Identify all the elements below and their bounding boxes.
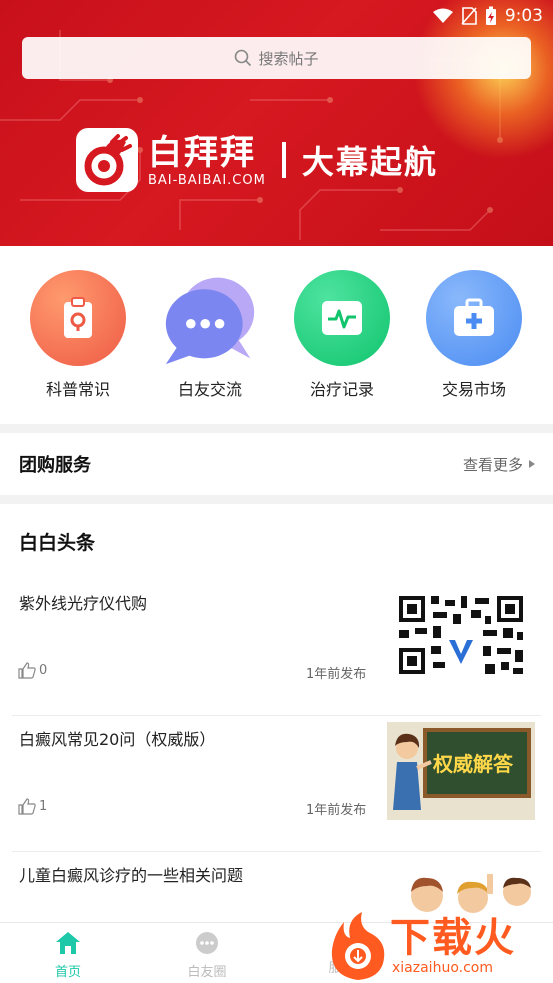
view-more-link[interactable]: 查看更多	[463, 454, 535, 475]
section-title: 白白头条	[19, 532, 96, 554]
hand-logo-icon	[76, 128, 138, 192]
clock: 9:03	[504, 6, 543, 26]
news-title: 白癜风常见20问（权威版）	[19, 730, 216, 749]
section-title: 团购服务	[19, 455, 91, 476]
news-item[interactable]: 紫外线光疗仪代购 0 1年前发布	[12, 580, 541, 716]
category-treatment[interactable]: 治疗记录	[292, 270, 392, 400]
category-label: 治疗记录	[309, 380, 374, 399]
flame-logo-icon	[331, 911, 385, 980]
category-grid: 科普常识 白友交流 治疗记录 交易市场	[0, 246, 553, 424]
brand-name-en: BAI-BAIBAI.COM	[148, 172, 266, 188]
category-science[interactable]: 科普常识	[28, 270, 128, 400]
thumbs-up-icon	[18, 662, 36, 679]
search-placeholder: 搜索帖子	[258, 49, 319, 68]
search-bar[interactable]: 搜索帖子	[22, 37, 531, 79]
brand-logo: 白拜拜 BAI-BAIBAI.COM 大幕起航	[76, 128, 438, 192]
qr-code-thumbnail	[387, 586, 535, 684]
category-label: 科普常识	[45, 380, 110, 399]
category-label: 白友交流	[177, 380, 242, 399]
chat-bubbles-icon	[162, 270, 258, 366]
watermark-cn: 下载火	[390, 914, 516, 961]
clipboard-icon	[30, 270, 126, 366]
category-label: 交易市场	[441, 380, 506, 399]
home-icon	[56, 932, 80, 954]
category-exchange[interactable]: 白友交流	[160, 270, 260, 400]
wifi-icon	[432, 8, 453, 23]
news-item[interactable]: 白癜风常见20问（权威版） 1 1年前发布 权威解答	[12, 716, 541, 852]
search-icon	[235, 49, 252, 67]
publish-time: 1年前发布	[306, 803, 367, 818]
heartbeat-monitor-icon	[294, 270, 390, 366]
view-more-label: 查看更多	[462, 455, 523, 474]
group-buy-section: 团购服务 查看更多	[0, 433, 553, 495]
tab-label: 首页	[54, 965, 81, 980]
status-bar: 9:03	[432, 4, 543, 28]
battery-charging-icon	[485, 6, 496, 25]
triangle-right-icon	[529, 460, 535, 468]
authority-board-thumbnail: 权威解答	[387, 722, 535, 820]
divider	[281, 142, 286, 178]
thumbs-up-icon	[18, 798, 36, 815]
news-title: 儿童白癜风诊疗的一些相关问题	[19, 866, 244, 885]
category-market[interactable]: 交易市场	[424, 270, 524, 400]
like-count[interactable]: 1	[18, 798, 47, 815]
top-banner[interactable]: 9:03 搜索帖子 白拜拜 BAI-BAIBAI.COM 大幕起航	[0, 0, 553, 246]
tab-friends-circle[interactable]: 白友圈	[172, 931, 242, 980]
news-section: 白白头条 紫外线光疗仪代购 0 1年前发布 白癜风常见20问（权威版） 1 1年…	[0, 504, 553, 922]
slogan: 大幕起航	[301, 143, 438, 181]
medical-kit-icon	[426, 270, 522, 366]
brand-name-cn: 白拜拜	[148, 132, 256, 173]
tab-label: 白友圈	[187, 965, 227, 980]
like-count[interactable]: 0	[18, 662, 47, 679]
chat-icon	[196, 932, 218, 954]
watermark-en: xiazaihuo.com	[392, 959, 493, 976]
news-title: 紫外线光疗仪代购	[19, 594, 148, 613]
board-text: 权威解答	[433, 752, 513, 776]
no-sim-icon	[461, 7, 477, 25]
tab-home[interactable]: 首页	[33, 931, 103, 980]
watermark: 下载火 xiazaihuo.com	[328, 908, 550, 983]
publish-time: 1年前发布	[306, 667, 367, 682]
